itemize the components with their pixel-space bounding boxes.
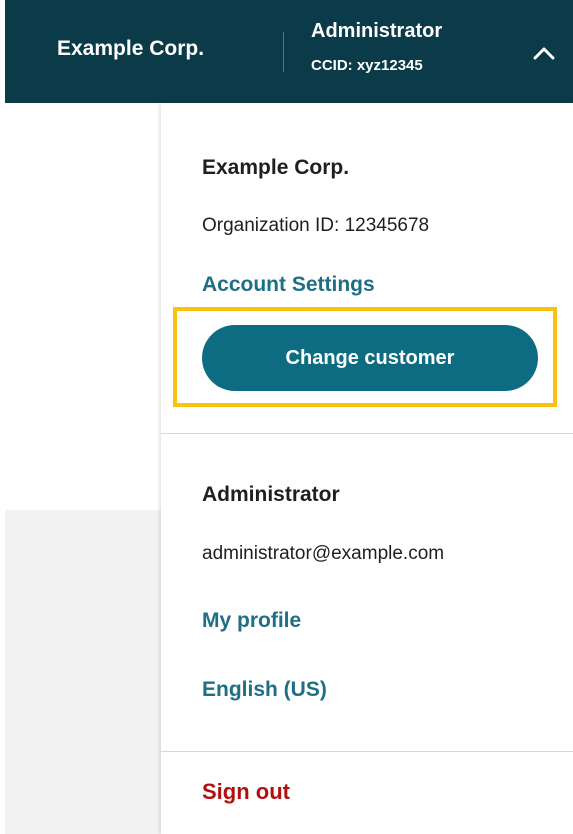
top-header: Example Corp. Administrator CCID: xyz123… xyxy=(5,0,573,103)
section-divider xyxy=(161,433,573,434)
header-ccid: CCID: xyz12345 xyxy=(311,57,423,74)
account-settings-link[interactable]: Account Settings xyxy=(202,273,375,297)
language-selector[interactable]: English (US) xyxy=(202,678,327,702)
header-org-name[interactable]: Example Corp. xyxy=(57,37,204,61)
header-user-role[interactable]: Administrator xyxy=(311,20,442,43)
chevron-up-icon[interactable] xyxy=(529,38,559,68)
section-divider xyxy=(161,751,573,752)
dropdown-user-role: Administrator xyxy=(202,483,340,506)
organization-id: Organization ID: 12345678 xyxy=(202,215,430,236)
change-customer-button[interactable]: Change customer xyxy=(202,325,538,391)
user-email: administrator@example.com xyxy=(202,543,445,564)
header-divider xyxy=(283,32,284,72)
dropdown-org-name: Example Corp. xyxy=(202,156,350,179)
page-background-region xyxy=(5,510,165,834)
account-dropdown-panel: Example Corp. Organization ID: 12345678 … xyxy=(161,103,573,834)
sign-out-link[interactable]: Sign out xyxy=(202,779,290,805)
my-profile-link[interactable]: My profile xyxy=(202,609,301,633)
